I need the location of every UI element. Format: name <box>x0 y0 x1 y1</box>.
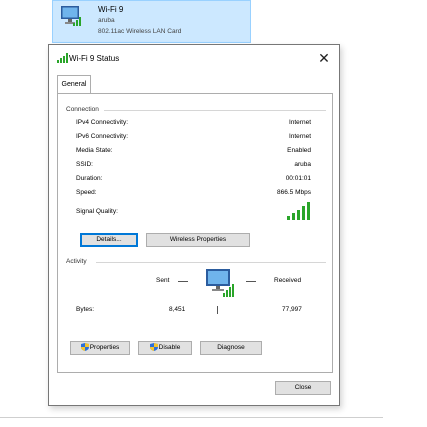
adapter-device: 802.11ac Wireless LAN Card <box>98 28 182 35</box>
dialog-titlebar[interactable]: Wi-Fi 9 Status ✕ <box>49 45 339 71</box>
row-ipv4: IPv4 Connectivity: Internet <box>76 119 311 130</box>
adapter-network: aruba <box>98 17 115 24</box>
media-state-label: Media State: <box>76 147 113 154</box>
wifi-status-dialog: Wi-Fi 9 Status ✕ General Connection IPv4… <box>48 44 340 406</box>
connection-heading: Connection <box>66 106 99 113</box>
connection-group: Connection <box>66 106 326 113</box>
row-ipv6: IPv6 Connectivity: Internet <box>76 133 311 144</box>
bytes-received-value: 77,997 <box>282 306 302 313</box>
adapter-tile-wifi9[interactable]: Wi-Fi 9 aruba 802.11ac Wireless LAN Card <box>52 0 251 43</box>
ipv4-value: Internet <box>288 119 311 126</box>
speed-label: Speed: <box>76 189 97 196</box>
shield-icon <box>149 343 158 352</box>
disable-button[interactable]: Disable <box>138 341 192 355</box>
duration-value: 00:01:01 <box>285 175 311 182</box>
signal-icon <box>57 53 68 63</box>
activity-heading: Activity <box>66 258 87 265</box>
received-dash <box>246 281 256 282</box>
row-duration: Duration: 00:01:01 <box>76 175 311 186</box>
sent-dash <box>178 281 188 282</box>
connection-rule <box>104 110 326 111</box>
received-label: Received <box>274 277 302 284</box>
close-button[interactable]: Close <box>275 381 331 395</box>
disable-label: Disable <box>158 344 181 351</box>
close-icon[interactable]: ✕ <box>315 49 333 67</box>
media-state-value: Enabled <box>287 147 311 154</box>
ipv6-value: Internet <box>288 133 311 140</box>
details-button[interactable]: Details... <box>80 233 138 247</box>
activity-separator <box>217 306 218 314</box>
wireless-properties-button[interactable]: Wireless Properties <box>146 233 250 247</box>
dialog-title: Wi-Fi 9 Status <box>69 54 120 63</box>
background-divider <box>0 417 383 418</box>
shield-icon <box>80 343 89 352</box>
signal-strength-icon <box>287 202 310 220</box>
ipv6-label: IPv6 Connectivity: <box>76 133 129 140</box>
sent-label: Sent <box>156 277 170 284</box>
duration-label: Duration: <box>76 175 103 182</box>
ipv4-label: IPv4 Connectivity: <box>76 119 129 126</box>
network-activity-icon <box>206 269 234 297</box>
properties-button[interactable]: Properties <box>70 341 130 355</box>
row-ssid: SSID: aruba <box>76 161 311 172</box>
row-signal-quality: Signal Quality: <box>76 202 311 220</box>
diagnose-button[interactable]: Diagnose <box>200 341 262 355</box>
adapter-name: Wi-Fi 9 <box>98 5 124 14</box>
ssid-value: aruba <box>294 161 311 168</box>
row-speed: Speed: 866.5 Mbps <box>76 189 311 200</box>
activity-group: Activity <box>66 258 326 265</box>
network-adapter-icon <box>61 6 81 26</box>
signal-quality-label: Signal Quality: <box>76 208 118 215</box>
properties-label: Properties <box>89 344 120 351</box>
bytes-sent-value: 8,451 <box>169 306 186 313</box>
general-panel: Connection IPv4 Connectivity: Internet I… <box>57 93 333 373</box>
bytes-label: Bytes: <box>76 306 95 313</box>
ssid-label: SSID: <box>76 161 93 168</box>
row-media-state: Media State: Enabled <box>76 147 311 158</box>
activity-rule <box>96 262 326 263</box>
speed-value: 866.5 Mbps <box>277 189 311 196</box>
tab-strip: General <box>55 75 335 93</box>
tab-general[interactable]: General <box>57 75 91 93</box>
